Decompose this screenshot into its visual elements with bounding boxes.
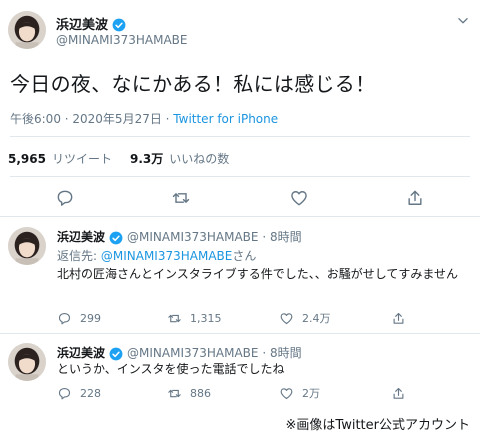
- verified-icon: [112, 17, 126, 31]
- reply-icon: [57, 311, 72, 326]
- reply-icon[interactable]: [55, 188, 75, 208]
- author-handle-time[interactable]: @MINAMI373HAMABE · 8時間: [127, 344, 302, 361]
- author-display-name[interactable]: 浜辺美波: [57, 228, 105, 245]
- retweet-icon: [167, 311, 182, 326]
- retweet-action[interactable]: 1,315: [167, 311, 279, 326]
- like-icon: [279, 311, 294, 326]
- author-name-row: 浜辺美波: [56, 14, 126, 33]
- retweets-label: リツイート: [51, 152, 112, 166]
- retweet-icon: [167, 386, 182, 401]
- verified-icon: [109, 230, 123, 244]
- retweet-count: 1,315: [190, 311, 222, 325]
- retweets-count: 5,965: [8, 152, 46, 166]
- reply-tweet[interactable]: 浜辺美波 @MINAMI373HAMABE · 8時間 返信先: @MINAMI…: [0, 217, 480, 333]
- like-icon[interactable]: [289, 188, 309, 208]
- reply-text: 北村の匠海さんとインスタライブする件でした、、お騒がせしてすみません: [57, 267, 459, 281]
- chevron-down-icon[interactable]: [456, 13, 470, 27]
- reply-text: というか、インスタを使った電話でしたね: [57, 362, 285, 376]
- author-handle[interactable]: @MINAMI373HAMABE: [56, 33, 187, 47]
- likes-stat[interactable]: 9.3万 いいねの数: [130, 150, 229, 167]
- tweet-meta: 午後6:00 · 2020年5月27日 · Twitter for iPhone: [10, 110, 278, 127]
- like-icon: [279, 386, 294, 401]
- like-count: 2万: [302, 387, 320, 400]
- retweet-action[interactable]: 886: [167, 386, 279, 401]
- reply-to-suffix: さん: [232, 249, 257, 263]
- tweet-timestamp[interactable]: 午後6:00 · 2020年5月27日 ·: [10, 112, 173, 126]
- likes-label: いいねの数: [169, 152, 230, 166]
- image-caption: ※画像はTwitter公式アカウント: [283, 413, 472, 434]
- tweet-text: 今日の夜、なにかある！私には感じる！: [10, 72, 376, 96]
- likes-count: 9.3万: [129, 152, 164, 166]
- share-icon: [391, 311, 406, 326]
- avatar[interactable]: [8, 227, 46, 265]
- reply-count: 228: [80, 386, 101, 400]
- share-icon[interactable]: [405, 188, 425, 208]
- retweet-count: 886: [190, 386, 211, 400]
- reply-action[interactable]: 299: [57, 311, 167, 326]
- reply-to-line: 返信先: @MINAMI373HAMABEさん: [57, 247, 256, 264]
- tweet-client[interactable]: Twitter for iPhone: [173, 112, 278, 126]
- reply-action-bar: 228 886 2万: [57, 385, 406, 401]
- avatar[interactable]: [8, 343, 46, 381]
- reply-action-bar: 299 1,315 2.4万: [57, 310, 406, 326]
- reply-to-mention[interactable]: @MINAMI373HAMABE: [101, 249, 232, 263]
- like-action[interactable]: 2万: [279, 385, 391, 401]
- like-action[interactable]: 2.4万: [279, 310, 391, 326]
- main-action-bar: [0, 188, 480, 210]
- reply-action[interactable]: 228: [57, 386, 167, 401]
- share-action[interactable]: [391, 311, 406, 326]
- author-handle-time[interactable]: @MINAMI373HAMABE · 8時間: [127, 228, 302, 245]
- main-tweet: 浜辺美波 @MINAMI373HAMABE 今日の夜、なにかある！私には感じる！…: [0, 0, 480, 212]
- author-display-name[interactable]: 浜辺美波: [57, 344, 105, 361]
- reply-to-prefix: 返信先:: [57, 249, 101, 263]
- divider: [10, 136, 470, 137]
- verified-icon: [109, 346, 123, 360]
- like-count: 2.4万: [302, 312, 331, 325]
- reply-tweet[interactable]: 浜辺美波 @MINAMI373HAMABE · 8時間 というか、インスタを使っ…: [0, 334, 480, 409]
- divider: [10, 176, 470, 177]
- reply-header: 浜辺美波 @MINAMI373HAMABE · 8時間: [57, 344, 302, 361]
- avatar[interactable]: [8, 11, 46, 49]
- reply-count: 299: [80, 311, 101, 325]
- retweets-stat[interactable]: 5,965 リツイート: [8, 150, 112, 167]
- share-action[interactable]: [391, 386, 406, 401]
- reply-header: 浜辺美波 @MINAMI373HAMABE · 8時間: [57, 228, 302, 245]
- author-display-name[interactable]: 浜辺美波: [56, 14, 108, 33]
- tweet-stats: 5,965 リツイート 9.3万 いいねの数: [8, 150, 247, 167]
- reply-icon: [57, 386, 72, 401]
- retweet-icon[interactable]: [171, 188, 191, 208]
- share-icon: [391, 386, 406, 401]
